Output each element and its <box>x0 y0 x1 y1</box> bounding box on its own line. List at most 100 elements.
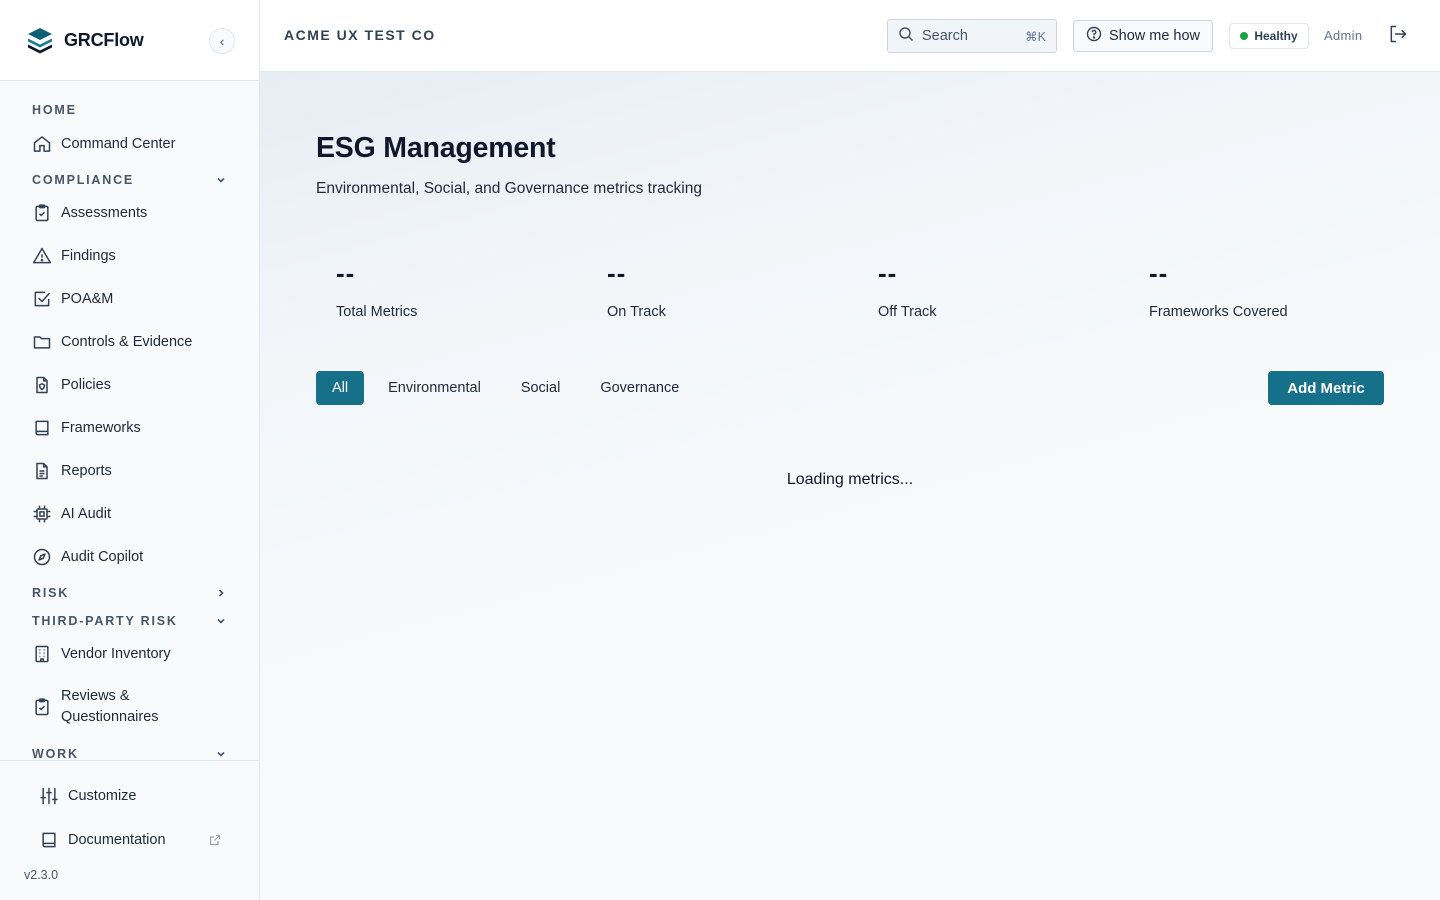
documentation-link[interactable]: Documentation <box>38 829 222 851</box>
clipboard-check-icon <box>31 202 53 224</box>
search-label: Search <box>922 28 968 44</box>
app-version: v2.3.0 <box>24 868 59 882</box>
sidebar-item-reviews-questionnaires[interactable]: Reviews & Questionnaires <box>28 686 232 728</box>
help-circle-icon <box>1086 26 1102 46</box>
sidebar: GRCFlow ‹ HOME Command Center COMPLIANCE… <box>0 0 260 900</box>
show-me-how-button[interactable]: Show me how <box>1073 20 1213 52</box>
health-status-badge: Healthy <box>1229 23 1309 49</box>
checkbox-icon <box>31 288 53 310</box>
external-link-icon <box>208 833 222 847</box>
user-role[interactable]: Admin <box>1324 28 1362 43</box>
section-work-label: WORK <box>32 747 79 761</box>
warning-triangle-icon <box>31 245 53 267</box>
section-home: HOME <box>32 102 227 118</box>
grcflow-logo-icon[interactable] <box>24 24 56 56</box>
app-name[interactable]: GRCFlow <box>64 30 144 51</box>
building-icon <box>31 643 53 665</box>
sidebar-item-vendor-inventory[interactable]: Vendor Inventory <box>28 643 232 665</box>
stat-frameworks-covered: -- Frameworks Covered <box>1149 260 1389 320</box>
stat-total-metrics: -- Total Metrics <box>336 260 576 320</box>
stat-on-track: -- On Track <box>607 260 847 320</box>
sidebar-item-label: Policies <box>61 376 111 393</box>
sidebar-item-controls-evidence[interactable]: Controls & Evidence <box>28 331 232 353</box>
main-content: ESG Management Environmental, Social, an… <box>260 72 1440 900</box>
sidebar-item-reports[interactable]: Reports <box>28 460 232 482</box>
home-icon <box>31 133 53 155</box>
section-third-party-risk-label: THIRD-PARTY RISK <box>32 614 178 628</box>
cpu-chip-icon <box>31 503 53 525</box>
section-risk[interactable]: RISK <box>32 585 227 601</box>
sidebar-item-audit-copilot[interactable]: Audit Copilot <box>28 546 232 568</box>
sidebar-footer: Customize Documentation v2.3.0 <box>0 760 259 900</box>
page-subtitle: Environmental, Social, and Governance me… <box>316 180 702 197</box>
health-status-label: Healthy <box>1254 29 1298 43</box>
stat-value: -- <box>607 258 627 288</box>
book-icon <box>38 829 60 851</box>
sidebar-item-command-center[interactable]: Command Center <box>28 133 232 155</box>
sidebar-item-label: Findings <box>61 247 116 264</box>
chevron-down-icon <box>215 748 227 760</box>
status-dot-icon <box>1240 32 1249 40</box>
section-compliance-label: COMPLIANCE <box>32 173 135 187</box>
add-metric-button[interactable]: Add Metric <box>1268 371 1384 405</box>
tab-all[interactable]: All <box>316 371 365 405</box>
stat-label: On Track <box>607 304 666 320</box>
clipboard-check-icon <box>31 696 53 718</box>
section-work[interactable]: WORK <box>32 746 227 761</box>
sidebar-item-label: Reports <box>61 462 112 479</box>
sidebar-item-label: Vendor Inventory <box>61 645 171 662</box>
search-shortcut: ⌘K <box>1025 29 1046 44</box>
sidebar-item-label: Command Center <box>61 135 176 152</box>
loading-message: Loading metrics... <box>786 471 914 488</box>
customize-button[interactable]: Customize <box>38 785 222 807</box>
stat-value: -- <box>878 258 898 288</box>
section-home-label: HOME <box>32 103 77 117</box>
section-third-party-risk[interactable]: THIRD-PARTY RISK <box>32 613 227 629</box>
tab-environmental[interactable]: Environmental <box>372 371 497 405</box>
sidebar-item-label: Frameworks <box>61 419 141 436</box>
top-header: ACME UX TEST CO Search ⌘K Show me how He… <box>260 0 1440 72</box>
section-risk-label: RISK <box>32 586 70 600</box>
stat-label: Off Track <box>878 304 937 320</box>
logout-button[interactable] <box>1387 25 1409 47</box>
compass-icon <box>31 546 53 568</box>
sliders-icon <box>38 785 60 807</box>
organization-name: ACME UX TEST CO <box>284 27 436 43</box>
page-title: ESG Management <box>316 132 556 164</box>
brand-header: GRCFlow ‹ <box>0 0 259 81</box>
sidebar-item-label: POA&M <box>61 290 114 307</box>
chevron-down-icon <box>215 174 227 186</box>
customize-label: Customize <box>68 788 137 804</box>
section-compliance[interactable]: COMPLIANCE <box>32 172 227 188</box>
documentation-label: Documentation <box>68 832 166 848</box>
stat-label: Frameworks Covered <box>1149 304 1288 320</box>
search-icon <box>898 26 914 47</box>
file-text-icon <box>31 460 53 482</box>
document-shield-icon <box>31 374 53 396</box>
search-box[interactable]: Search ⌘K <box>887 19 1057 53</box>
sidebar-item-label: Controls & Evidence <box>61 333 193 350</box>
sidebar-item-policies[interactable]: Policies <box>28 374 232 396</box>
stat-label: Total Metrics <box>336 304 418 320</box>
sidebar-item-label: Audit Copilot <box>61 548 144 565</box>
reviews-label-line1: Reviews & <box>61 688 130 704</box>
book-icon <box>31 417 53 439</box>
sidebar-item-label: Reviews & Questionnaires <box>61 686 159 728</box>
sidebar-item-label: Assessments <box>61 204 148 221</box>
chevron-right-icon <box>215 587 227 599</box>
sidebar-item-findings[interactable]: Findings <box>28 245 232 267</box>
sidebar-item-ai-audit[interactable]: AI Audit <box>28 503 232 525</box>
tab-social[interactable]: Social <box>505 371 577 405</box>
tab-governance[interactable]: Governance <box>584 371 695 405</box>
sidebar-nav: HOME Command Center COMPLIANCE Assessmen… <box>0 81 259 761</box>
folder-icon <box>31 331 53 353</box>
sidebar-item-frameworks[interactable]: Frameworks <box>28 417 232 439</box>
chevron-down-icon <box>215 615 227 627</box>
stat-off-track: -- Off Track <box>878 260 1118 320</box>
reviews-label-line2: Questionnaires <box>61 709 159 725</box>
sidebar-collapse-button[interactable]: ‹ <box>209 28 235 54</box>
sidebar-item-assessments[interactable]: Assessments <box>28 202 232 224</box>
logout-icon <box>1388 24 1408 49</box>
stat-value: -- <box>336 258 356 288</box>
sidebar-item-poam[interactable]: POA&M <box>28 288 232 310</box>
